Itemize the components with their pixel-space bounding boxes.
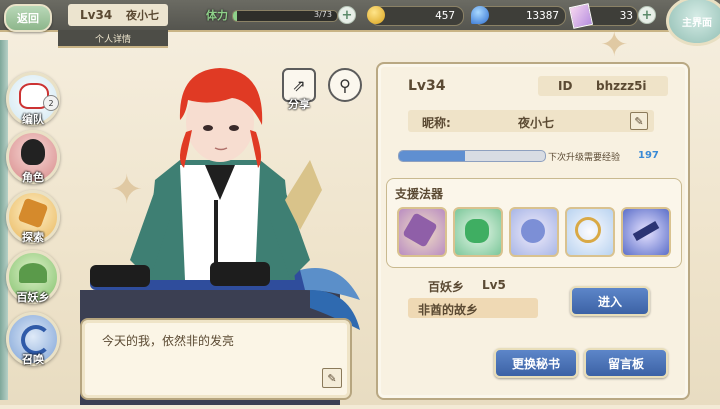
artifact-orb-icon: [521, 219, 545, 243]
message-board-label: 留言板: [607, 356, 644, 371]
sidebar-item-village[interactable]: 百妖乡: [6, 250, 60, 304]
character-icon: [21, 139, 45, 165]
dialogue-text: 今天的我，依然非的发亮: [102, 334, 235, 348]
add-ticket-button[interactable]: +: [638, 6, 656, 24]
artifact-slot-5[interactable]: [621, 207, 671, 257]
village-name-box: 非酋的故乡: [408, 298, 538, 318]
sidebar-item-label: 角色: [22, 171, 44, 184]
exp-value: 197: [638, 150, 659, 161]
add-stamina-button[interactable]: +: [338, 6, 356, 24]
main-menu-label: 主界面: [682, 17, 712, 29]
sidebar-item-label: 百妖乡: [16, 291, 50, 304]
sidebar-item-label: 编队: [22, 113, 44, 126]
search-icon: ⚲: [339, 75, 351, 95]
village-level: Lv5: [482, 278, 506, 292]
sidebar-item-summon[interactable]: 召唤: [6, 312, 60, 366]
sidebar-item-character[interactable]: 角色: [6, 130, 60, 184]
back-label: 返回: [17, 12, 39, 25]
share-label: 分享: [288, 98, 310, 111]
artifact-ring-icon: [575, 217, 601, 243]
stamina-bar: 体力 3/73 +: [206, 6, 356, 24]
sidebar-item-team[interactable]: 2 编队: [6, 72, 60, 126]
gem-counter: 13387: [471, 6, 566, 26]
stamina-value: 3/73: [314, 10, 332, 19]
exp-fill: [399, 151, 465, 161]
gem-value: 13387: [525, 9, 559, 22]
exp-bar: [398, 150, 546, 162]
artifact-slot-3[interactable]: [509, 207, 559, 257]
nickname-row: 昵称: 夜小七 ✎: [408, 110, 654, 132]
player-nickname: 夜小七: [126, 9, 159, 22]
village-label: 百妖乡: [428, 280, 465, 294]
gold-coin-icon: [367, 6, 385, 24]
id-label: ID: [558, 79, 573, 93]
search-button[interactable]: ⚲: [328, 68, 362, 102]
edit-dialogue-icon[interactable]: ✎: [322, 368, 342, 388]
team-badge: 2: [43, 95, 59, 111]
artifact-leaf-icon: [465, 219, 489, 243]
artifact-slot-2[interactable]: [453, 207, 503, 257]
enter-label: 进入: [597, 294, 622, 309]
profile-panel: Lv34 ID bhzzz5i 昵称: 夜小七 ✎ 下次升级需要经验 197 支…: [376, 62, 690, 400]
gold-value: 457: [435, 9, 455, 22]
edit-nickname-icon[interactable]: ✎: [630, 112, 648, 130]
blue-flame-gem-icon: [471, 6, 489, 24]
id-value: bhzzz5i: [596, 79, 647, 93]
exp-label: 下次升级需要经验: [548, 153, 621, 163]
artifact-sword-icon: [632, 221, 660, 241]
gold-counter: 457: [367, 6, 464, 26]
support-title: 支援法器: [395, 187, 444, 201]
enter-village-button[interactable]: 进入: [570, 286, 650, 316]
nickname-value: 夜小七: [518, 116, 555, 130]
nickname-label: 昵称:: [422, 116, 451, 130]
sidebar-item-explore[interactable]: 探索: [6, 190, 60, 244]
support-artifacts-section: 支援法器: [386, 178, 682, 268]
artifact-slot-1[interactable]: [397, 207, 447, 257]
player-level: Lv34: [80, 8, 113, 22]
artifact-slot-4[interactable]: [565, 207, 615, 257]
change-secretary-label: 更换秘书: [511, 356, 560, 371]
player-id-box: ID bhzzz5i: [538, 76, 668, 96]
dialogue-box: 今天的我，依然非的发亮 ✎: [80, 318, 352, 400]
player-level-box: Lv34 夜小七: [68, 4, 168, 26]
change-secretary-button[interactable]: 更换秘书: [494, 348, 578, 378]
ticket-value: 33: [619, 9, 633, 22]
sparkle-decoration: ✦: [600, 25, 629, 65]
explore-icon: [17, 197, 49, 229]
sidebar-item-label: 探索: [22, 231, 44, 244]
ticket-counter: 33: [568, 3, 638, 29]
summon-ticket-icon: [568, 3, 594, 29]
sidebar-item-label: 召唤: [22, 353, 44, 366]
share-icon: ⇗: [292, 75, 306, 95]
stamina-label: 体力: [206, 9, 228, 22]
back-button[interactable]: 返回: [4, 4, 52, 32]
panel-level: Lv34: [408, 78, 446, 94]
message-board-button[interactable]: 留言板: [584, 348, 668, 378]
village-name: 非酋的故乡: [418, 303, 479, 317]
artifact-staff-icon: [402, 212, 438, 248]
stamina-fill: [233, 11, 238, 21]
village-icon: [19, 263, 47, 283]
